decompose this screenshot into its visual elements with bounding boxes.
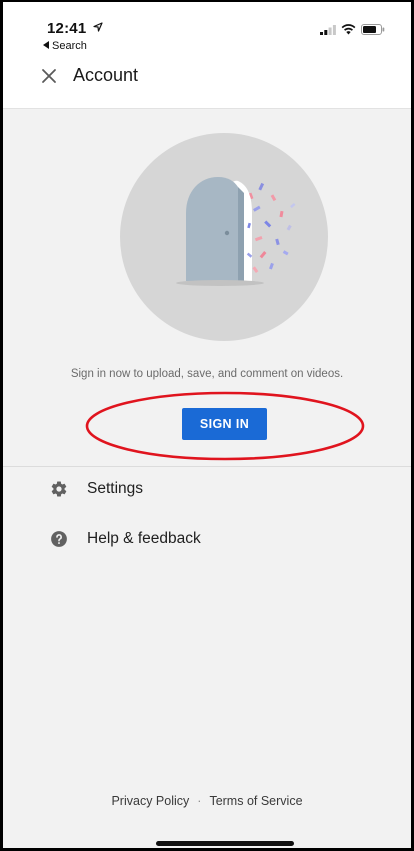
terms-of-service-link[interactable]: Terms of Service — [209, 794, 302, 808]
footer-separator: · — [197, 794, 202, 808]
location-arrow-icon — [93, 22, 103, 32]
gear-icon — [51, 481, 67, 497]
back-app-label: Search — [52, 40, 87, 52]
top-bar: 12:41 Search Account — [3, 2, 411, 109]
status-icons — [320, 24, 385, 35]
sign-in-prompt: Sign in now to upload, save, and comment… — [70, 368, 344, 380]
phone-screen: 12:41 Search Account Sign in now to uplo… — [0, 0, 414, 851]
status-time: 12:41 — [47, 20, 103, 37]
help-icon — [51, 531, 67, 547]
back-to-app[interactable]: Search — [43, 40, 87, 52]
menu-item-help-feedback[interactable]: Help & feedback — [3, 519, 411, 559]
menu-item-help-feedback-label: Help & feedback — [87, 530, 201, 547]
menu-item-settings[interactable]: Settings — [3, 469, 411, 509]
battery-icon — [361, 24, 385, 35]
back-triangle-icon — [43, 41, 49, 49]
menu-item-settings-label: Settings — [87, 480, 144, 497]
page-title: Account — [73, 65, 139, 85]
status-time-text: 12:41 — [47, 20, 87, 37]
wifi-icon — [341, 24, 356, 35]
section-divider — [3, 466, 411, 467]
door-illustration — [120, 133, 328, 341]
close-icon[interactable] — [39, 66, 59, 86]
cellular-signal-icon — [320, 24, 336, 35]
sign-in-button[interactable]: SIGN IN — [182, 408, 267, 440]
privacy-policy-link[interactable]: Privacy Policy — [111, 794, 189, 808]
footer-links: Privacy Policy · Terms of Service — [3, 794, 411, 808]
home-indicator[interactable] — [156, 841, 294, 846]
